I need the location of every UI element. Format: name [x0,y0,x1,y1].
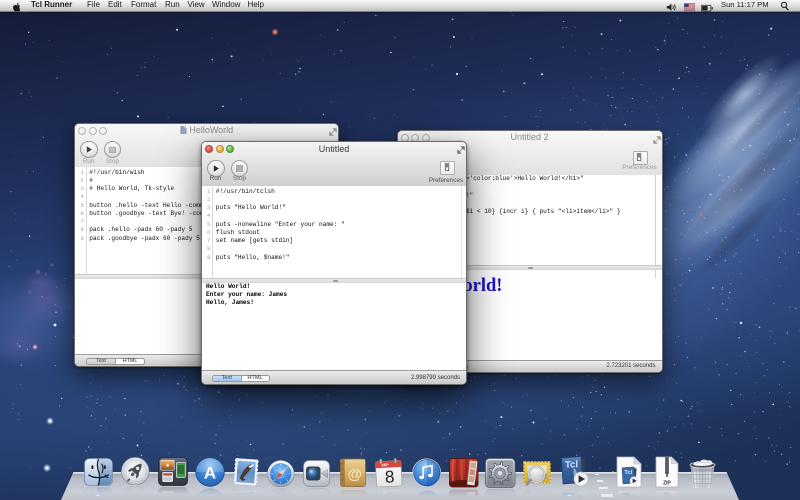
svg-text:Tcl: Tcl [564,459,577,470]
svg-text:A: A [204,463,216,482]
svg-text:8: 8 [384,467,394,486]
svg-text:ZIP: ZIP [663,480,671,486]
svg-text:@: @ [347,466,361,482]
svg-text:Tcl: Tcl [624,470,632,476]
